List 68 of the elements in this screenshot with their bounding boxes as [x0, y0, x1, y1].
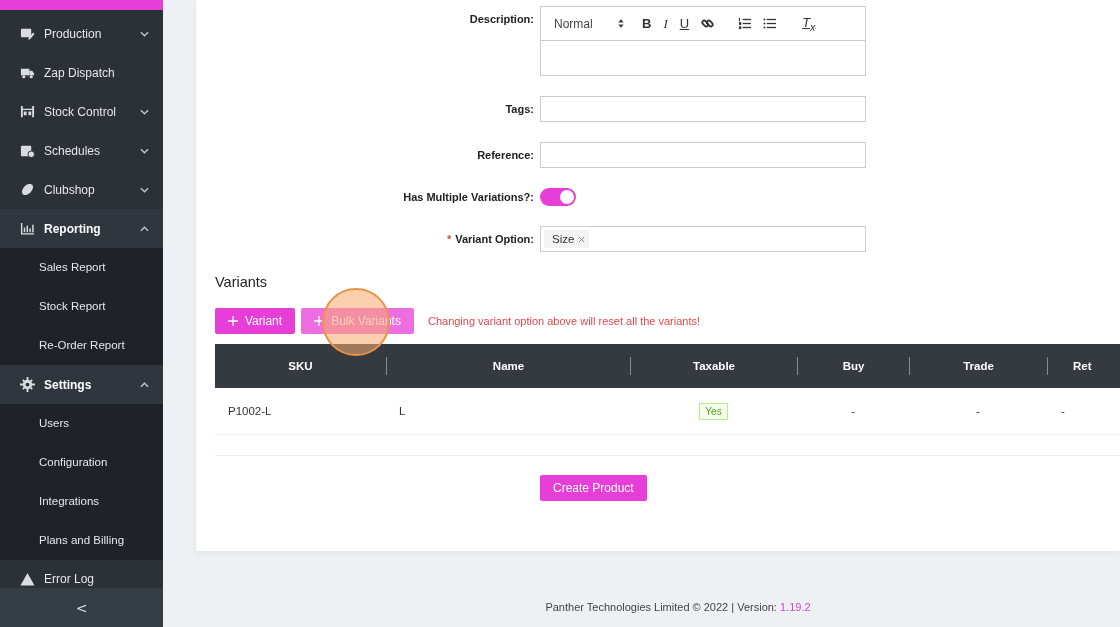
table-cell-text: L: [398, 405, 407, 417]
close-icon[interactable]: [578, 235, 586, 243]
submenu-item[interactable]: Configuration: [0, 443, 163, 482]
sidebar-item[interactable]: Reporting: [0, 209, 163, 248]
sort-icon: [618, 19, 624, 28]
ball-icon: [20, 182, 35, 197]
column-header: Ret: [1047, 357, 1120, 375]
field-label: Variant Option:: [455, 233, 534, 245]
warning-text: Changing variant option above will reset all the variants!: [427, 315, 701, 327]
format-button[interactable]: U: [679, 16, 690, 31]
caret-icon: [140, 186, 149, 193]
section-heading: Variants: [215, 274, 269, 290]
submenu-item[interactable]: Plans and Billing: [0, 521, 163, 560]
caret-icon: [140, 108, 149, 115]
sidebar-item[interactable]: Zap Dispatch: [0, 53, 163, 92]
field-label: Tags:: [504, 102, 534, 115]
option-tag: Size: [544, 230, 590, 248]
calendar-icon: [20, 143, 35, 158]
ordered-list-icon[interactable]: [738, 17, 752, 30]
rich-text-editor[interactable]: Normal B I U T$_{x}$: [540, 6, 866, 76]
format-button[interactable]: T$_{x}$: [802, 14, 816, 33]
column-header: Buy: [797, 357, 909, 375]
warehouse-icon: [20, 104, 35, 119]
reference-input[interactable]: [540, 142, 866, 168]
gear-icon: [20, 377, 35, 392]
submenu-item[interactable]: Stock Report: [0, 287, 163, 326]
table-cell: -: [1061, 405, 1065, 417]
sidebar-item[interactable]: Clubshop: [0, 170, 163, 209]
field-label: Has Multiple Variations?:: [402, 191, 534, 203]
sidebar-item[interactable]: Production: [0, 14, 163, 53]
footer-text: Panther Technologies Limited © 2022 | Version:: [545, 601, 777, 613]
column-header: SKU: [287, 359, 314, 374]
toggle-switch[interactable]: [540, 188, 576, 206]
plus-icon: [228, 316, 238, 326]
field-label: Reference:: [476, 148, 534, 161]
submenu-item[interactable]: Sales Report: [0, 248, 163, 287]
plus-icon: [314, 316, 325, 326]
format-button[interactable]: I: [663, 15, 668, 32]
caret-icon: [140, 147, 149, 154]
chart-icon: [20, 221, 35, 236]
link-icon[interactable]: [701, 17, 715, 30]
column-header: Name: [386, 357, 630, 375]
table-cell-text: P1002-L: [227, 405, 273, 417]
submenu-item[interactable]: Integrations: [0, 482, 163, 521]
caret-icon: [140, 30, 149, 37]
version-link[interactable]: 1.19.2: [780, 601, 811, 613]
table-cell: -: [976, 405, 980, 417]
table-cell: -: [851, 405, 855, 417]
column-header: Taxable: [630, 357, 797, 375]
submenu-item[interactable]: Users: [0, 404, 163, 443]
variant-option-select[interactable]: Size: [540, 226, 866, 252]
collapse-button[interactable]: <: [0, 588, 163, 627]
bullet-list-icon[interactable]: [763, 17, 777, 30]
submenu-item[interactable]: Re-Order Report: [0, 326, 163, 365]
production-icon: [20, 26, 35, 41]
required-mark: *: [446, 233, 452, 245]
field-label: Description:: [468, 12, 534, 25]
sidebar-item[interactable]: Settings: [0, 365, 163, 404]
caret-icon: [140, 381, 149, 388]
status-tag: Yes: [699, 403, 728, 420]
sidebar-item[interactable]: Schedules: [0, 131, 163, 170]
sidebar-item[interactable]: Stock Control: [0, 92, 163, 131]
tags-input[interactable]: [540, 96, 866, 122]
caret-icon: [140, 225, 149, 232]
format-select[interactable]: Normal: [554, 16, 624, 31]
column-header: Trade: [909, 357, 1047, 375]
format-button[interactable]: B: [642, 16, 652, 31]
sidebar-item[interactable]: Error Log: [0, 560, 163, 588]
